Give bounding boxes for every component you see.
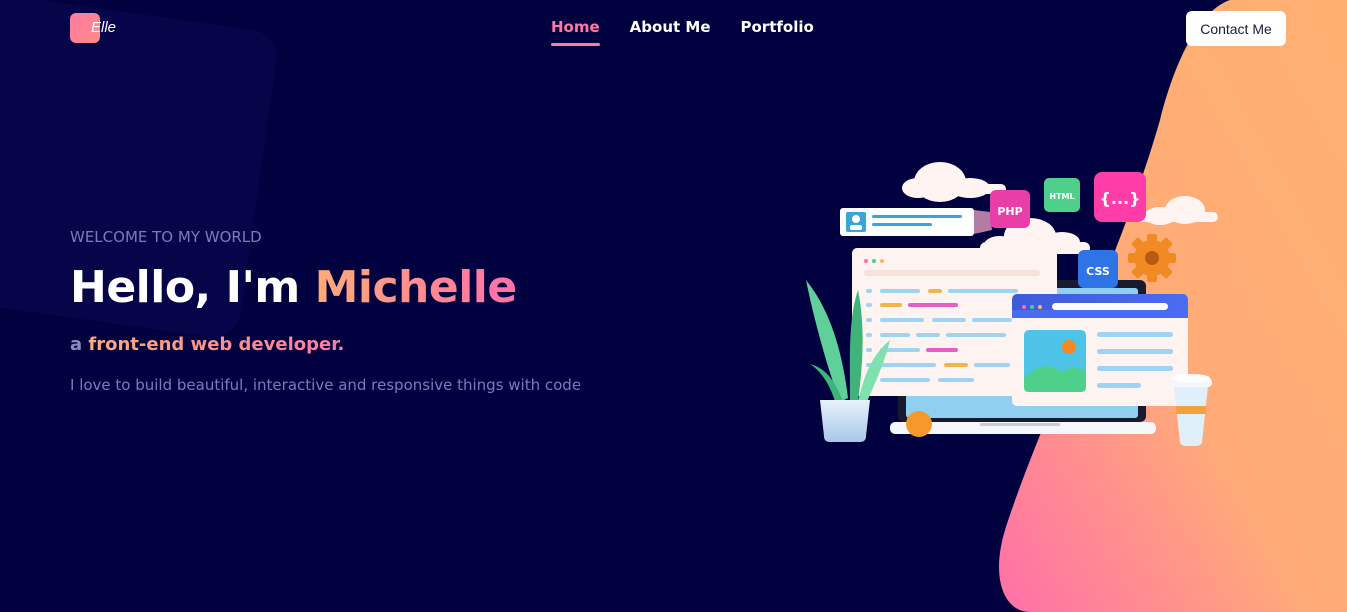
hero-tagline: I love to build beautiful, interactive a…: [70, 376, 582, 394]
browser-window: [1012, 294, 1188, 406]
contact-me-button[interactable]: Contact Me: [1186, 11, 1286, 46]
html-badge: HTML: [1044, 178, 1080, 212]
nav-item-portfolio[interactable]: Portfolio: [741, 18, 814, 44]
coffee-cup-icon: [1170, 374, 1212, 446]
svg-text:CSS: CSS: [1086, 265, 1110, 278]
welcome-text: WELCOME TO MY WORLD: [70, 228, 262, 246]
brand-logo[interactable]: Elle: [70, 13, 116, 43]
role-prefix: a: [70, 334, 89, 355]
svg-text:PHP: PHP: [997, 205, 1022, 218]
gear-icon: [1128, 234, 1176, 282]
nav-item-about-me[interactable]: About Me: [630, 18, 711, 44]
role-text: front-end web developer.: [88, 334, 345, 355]
main-menu: Home About Me Portfolio: [551, 18, 814, 46]
hero-name: Michelle: [314, 262, 518, 313]
orange-ball: [906, 411, 932, 437]
nav-item-home[interactable]: Home: [551, 18, 600, 46]
role-line: a front-end web developer.: [70, 334, 344, 355]
css-badge: CSS: [1078, 250, 1118, 288]
php-badge: PHP: [990, 190, 1030, 228]
svg-text:HTML: HTML: [1049, 192, 1074, 201]
top-navbar: Elle Home About Me Portfolio Contact Me: [0, 0, 1347, 56]
web-developer-illustration: PHP HTML {...} CSS: [806, 162, 1218, 446]
image-icon: [1024, 330, 1086, 392]
brand-name: Elle: [91, 19, 117, 36]
svg-text:{...}: {...}: [1099, 189, 1140, 208]
profile-card: [840, 208, 992, 236]
hero-heading: Hello, I'm Michelle: [70, 262, 517, 313]
hero-greeting: Hello, I'm: [70, 262, 315, 313]
code-braces-badge: {...}: [1094, 172, 1146, 222]
